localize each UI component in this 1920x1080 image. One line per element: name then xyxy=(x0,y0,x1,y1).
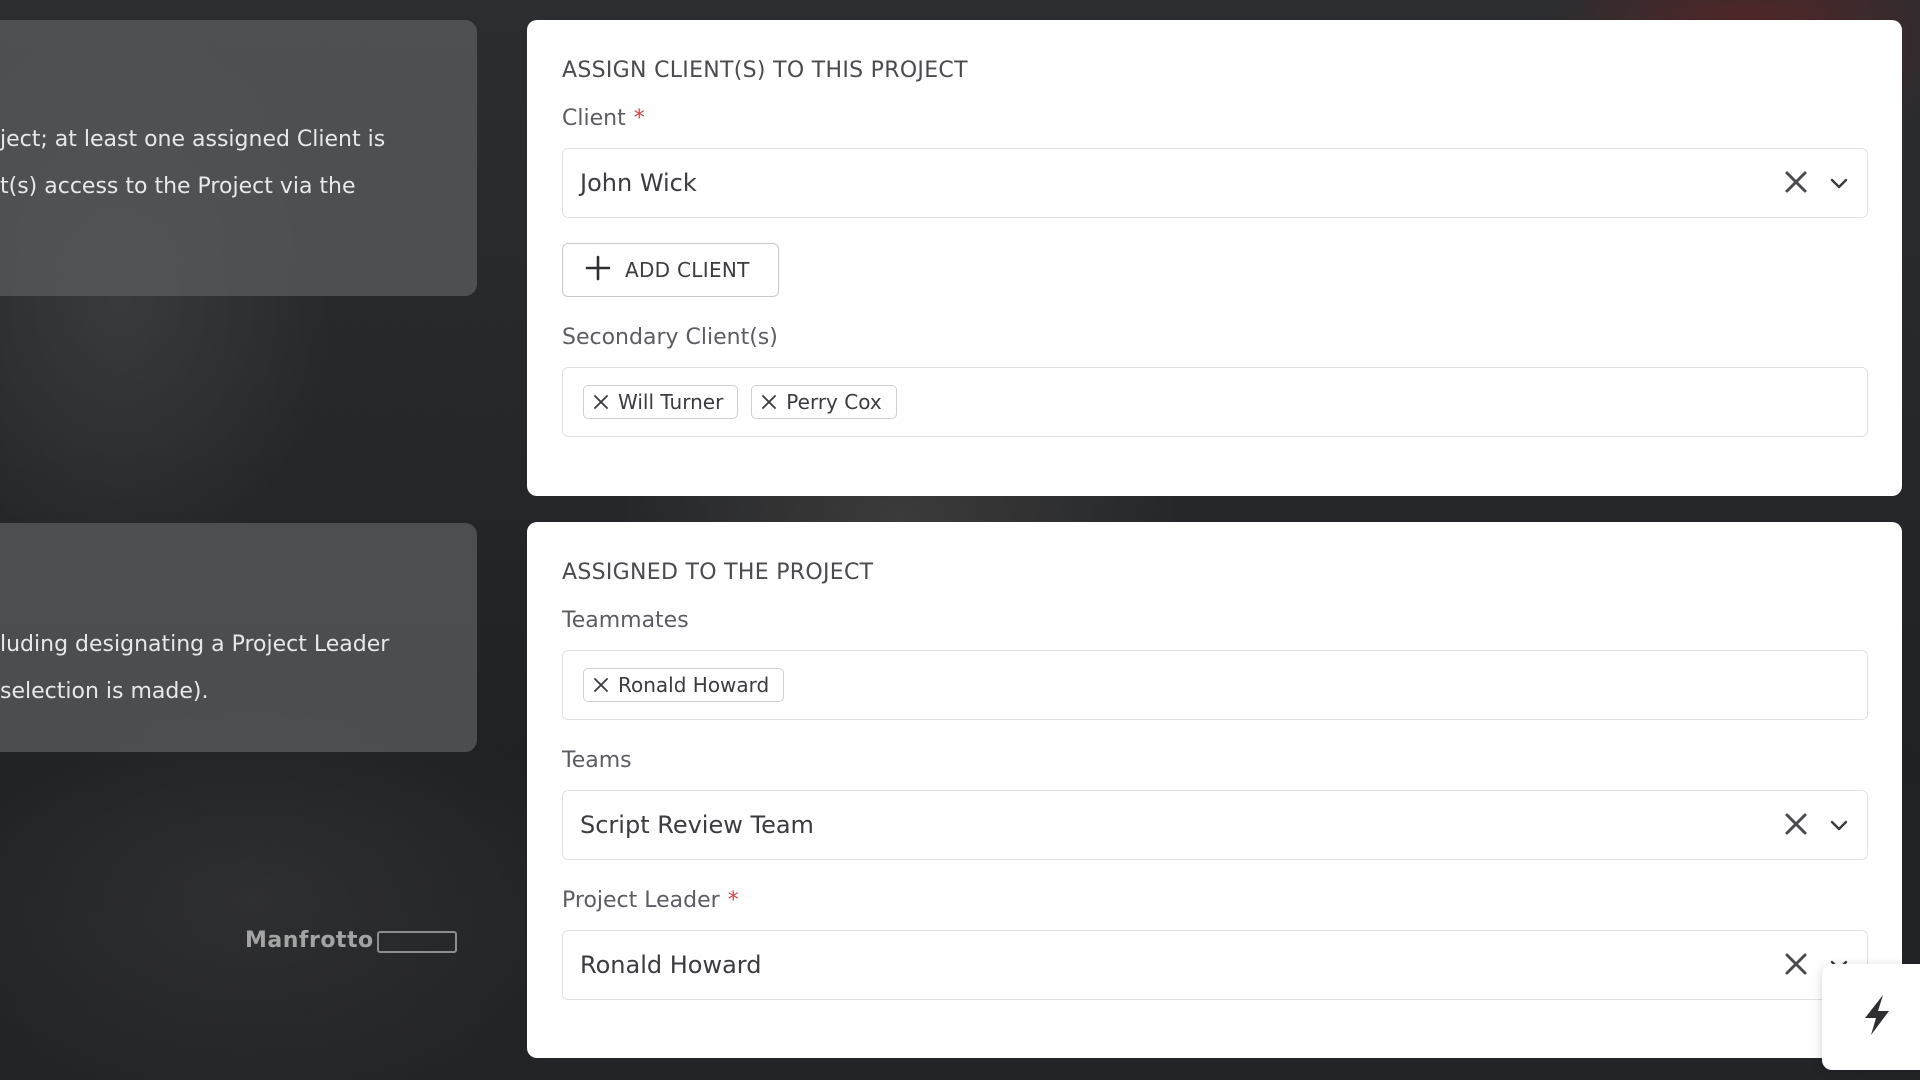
assign-clients-panel: ASSIGN CLIENT(S) TO THIS PROJECT Client *… xyxy=(527,20,1902,496)
background-brand-badge xyxy=(377,931,457,953)
secondary-clients-label: Secondary Client(s) xyxy=(562,325,778,350)
lightning-bolt-icon xyxy=(1857,993,1897,1041)
quick-action-button[interactable] xyxy=(1822,964,1920,1070)
teams-label: Teams xyxy=(562,748,632,773)
close-icon[interactable] xyxy=(1779,807,1813,841)
chevron-down-icon[interactable] xyxy=(1825,811,1853,839)
teams-select[interactable]: Script Review Team xyxy=(562,790,1868,860)
background-brand-text: Manfrotto xyxy=(245,928,374,953)
assigned-project-panel: ASSIGNED TO THE PROJECT Teammates Ronald… xyxy=(527,522,1902,1058)
client-info-card: ject; at least one assigned Client is t(… xyxy=(0,20,477,296)
teammate-tag-label: Ronald Howard xyxy=(618,673,770,697)
client-select[interactable]: John Wick xyxy=(562,148,1868,218)
teams-select-value: Script Review Team xyxy=(580,811,814,839)
info-line: t(s) access to the Project via the xyxy=(0,174,356,199)
info-line: luding designating a Project Leader xyxy=(0,632,390,657)
teammates-field[interactable]: Ronald Howard xyxy=(562,650,1868,720)
remove-tag-icon[interactable] xyxy=(594,678,608,692)
remove-tag-icon[interactable] xyxy=(762,395,777,409)
close-icon[interactable] xyxy=(1779,947,1813,981)
close-icon[interactable] xyxy=(1779,165,1813,199)
client-tag: Perry Cox xyxy=(751,385,897,419)
info-line: ject; at least one assigned Client is xyxy=(0,127,386,152)
client-tag-label: Perry Cox xyxy=(786,390,882,414)
section-title: ASSIGN CLIENT(S) TO THIS PROJECT xyxy=(562,58,968,83)
project-leader-label-text: Project Leader xyxy=(562,888,720,913)
secondary-clients-field[interactable]: Will Turner Perry Cox xyxy=(562,367,1868,437)
project-leader-label: Project Leader * xyxy=(562,888,739,913)
project-leader-select[interactable]: Ronald Howard xyxy=(562,930,1868,1000)
client-field-label: Client * xyxy=(562,106,645,131)
client-label-text: Client xyxy=(562,106,626,131)
add-client-button[interactable]: ADD CLIENT xyxy=(562,243,779,297)
project-leader-value: Ronald Howard xyxy=(580,951,762,979)
client-tag-label: Will Turner xyxy=(618,390,724,414)
teammates-label: Teammates xyxy=(562,608,689,633)
assignment-info-card: luding designating a Project Leader sele… xyxy=(0,523,477,752)
required-marker: * xyxy=(633,106,645,131)
remove-tag-icon[interactable] xyxy=(594,395,608,409)
required-marker: * xyxy=(727,888,739,913)
client-tag: Will Turner xyxy=(583,385,739,419)
section-title: ASSIGNED TO THE PROJECT xyxy=(562,560,874,585)
chevron-down-icon[interactable] xyxy=(1825,169,1853,197)
add-client-label: ADD CLIENT xyxy=(625,258,750,282)
info-line: selection is made). xyxy=(0,679,209,704)
teammate-tag: Ronald Howard xyxy=(583,668,785,702)
client-select-value: John Wick xyxy=(580,169,697,197)
plus-icon xyxy=(585,255,611,285)
